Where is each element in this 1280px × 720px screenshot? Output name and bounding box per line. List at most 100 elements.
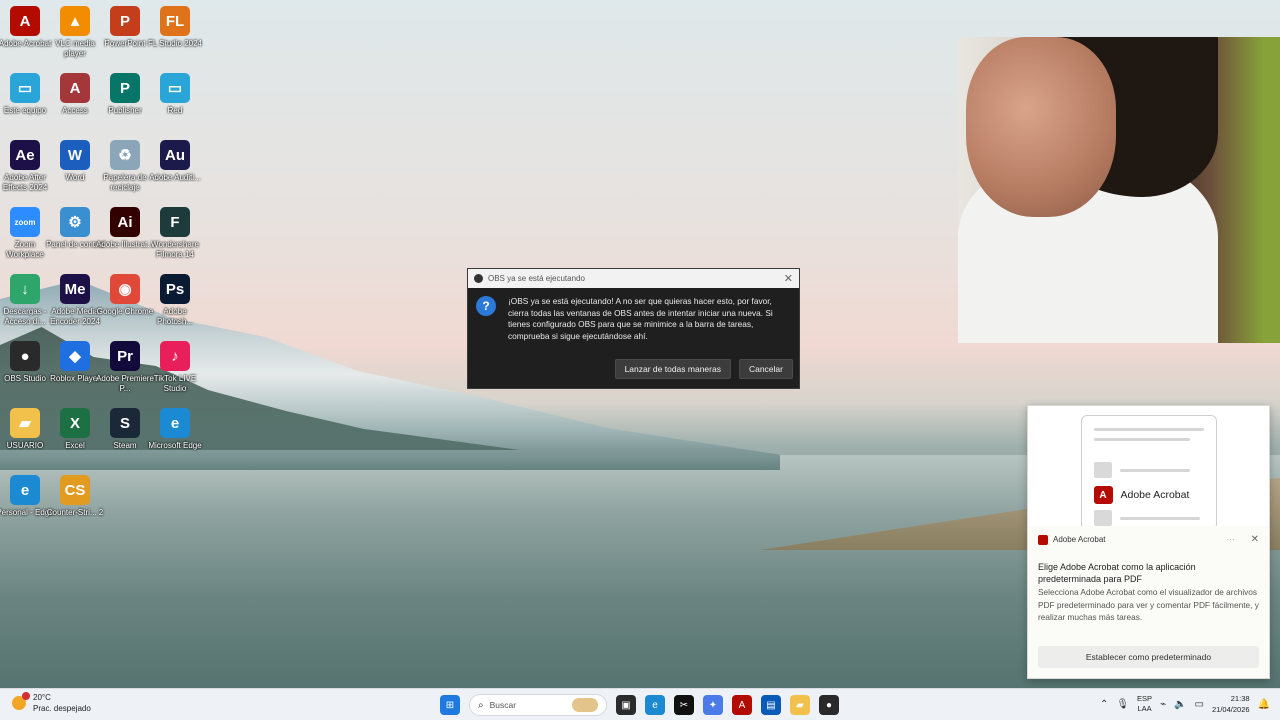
desktop-icon-label: Microsoft Edge (148, 441, 202, 450)
close-icon[interactable]: ✕ (1251, 534, 1259, 545)
notification-bell-icon[interactable]: 🔔 (1258, 699, 1270, 710)
desktop-icon[interactable]: Ps Adobe Photosh... (150, 274, 200, 327)
desktop-icon[interactable]: zoom Zoom Workplace (0, 207, 50, 260)
dialog-titlebar: OBS ya se está ejecutando ✕ (468, 269, 799, 288)
webcam-overlay (958, 37, 1280, 343)
weather-icon (12, 692, 30, 710)
acrobat-taskbar-icon[interactable]: A (732, 695, 752, 715)
notification-hero: A Adobe Acrobat (1028, 406, 1269, 526)
app-icon: Ai (110, 207, 140, 237)
cancel-button[interactable]: Cancelar (738, 359, 793, 379)
desktop-icon[interactable]: Ae Adobe After Effects 2024 (0, 140, 50, 193)
app-icon: ♪ (160, 341, 190, 371)
desktop-icon[interactable]: P Publisher (100, 73, 150, 116)
desktop-icon[interactable]: S Steam (100, 408, 150, 451)
desktop-icon-label: Red (167, 106, 183, 115)
capcut-icon[interactable]: ✂ (674, 695, 694, 715)
task-view-icon[interactable]: ▣ (616, 695, 636, 715)
desktop-icon[interactable]: ● OBS Studio (0, 341, 50, 384)
clock[interactable]: 21:38 21/04/2026 (1212, 693, 1250, 715)
app-icon: F (160, 207, 190, 237)
app-icon: X (60, 408, 90, 438)
notification-title: Elige Adobe Acrobat como la aplicación p… (1038, 562, 1196, 584)
weather-widget[interactable]: 20°C Prac. despejado (12, 692, 91, 714)
taskbar-apps: ⊞ ⌕ Buscar ▣ e ✂ ✦ A ▤ ▰ ● (440, 694, 839, 716)
clock-date: 21/04/2026 (1212, 705, 1250, 714)
app-icon: Ae (10, 140, 40, 170)
start-icon[interactable]: ⊞ (440, 695, 460, 715)
launch-anyway-button[interactable]: Lanzar de todas maneras (614, 359, 731, 379)
app-icon: S (110, 408, 140, 438)
desktop-icon[interactable]: e Microsoft Edge (148, 408, 202, 451)
app-icon: zoom (10, 207, 40, 237)
app-icon: CS (60, 475, 90, 505)
acrobat-icon (1038, 534, 1048, 545)
desktop-icon[interactable]: Pr Adobe Premiere P... (96, 341, 154, 394)
notification-description: Selecciona Adobe Acrobat como el visuali… (1038, 587, 1259, 622)
app-icon: ● (10, 341, 40, 371)
desktop-icon[interactable]: Ai Adobe Illustrat... (96, 207, 154, 250)
weather-condition: Prac. despejado (33, 704, 91, 713)
app-icon: ↓ (10, 274, 40, 304)
desktop-icon[interactable]: CS Counter-Stri... 2 (47, 475, 103, 518)
close-icon[interactable]: ✕ (784, 272, 793, 285)
desktop-icon[interactable]: ▭ Este equipo (0, 73, 50, 116)
search-placeholder: Buscar (489, 700, 517, 710)
system-tray: ⌃ 🎙 ESP LAA ⌁ 🔈 ▭ 21:38 21/04/2026 🔔 (1100, 693, 1270, 715)
desktop-icon[interactable]: ◆ Roblox Player (50, 341, 100, 384)
desktop-icon[interactable]: F Wondershare Filmora 14 (150, 207, 200, 260)
acrobat-notification: A Adobe Acrobat Adobe Acrobat ··· ✕ Elig… (1027, 405, 1270, 679)
desktop-icon-label: Adobe Photosh... (156, 307, 194, 326)
app-icon: ▭ (160, 73, 190, 103)
webcam-face (966, 37, 1116, 217)
desktop-icon[interactable]: Au Adobe Auditi... (149, 140, 201, 183)
battery-icon[interactable]: ▭ (1195, 699, 1204, 710)
desktop-icon[interactable]: ▲ VLC media player (50, 6, 100, 59)
set-default-button[interactable]: Establecer como predeterminado (1038, 646, 1259, 668)
desktop-icon[interactable]: ↓ Descargas - Acceso di... (0, 274, 50, 327)
chevron-up-icon[interactable]: ⌃ (1100, 699, 1108, 710)
document-illustration: A Adobe Acrobat (1080, 415, 1217, 526)
notification-app-name: Adobe Acrobat (1053, 535, 1106, 544)
desktop-icon[interactable]: ♪ TikTok LIVE Studio (150, 341, 200, 394)
desktop-icon[interactable]: ♻ Papelera de reciclaje (100, 140, 150, 193)
more-options-icon[interactable]: ··· (1227, 535, 1235, 544)
desktop-icon[interactable]: A Adobe Acrobat (0, 6, 51, 49)
desktop-icon[interactable]: e Personal - Edge (0, 475, 54, 518)
copilot-icon[interactable]: ✦ (703, 695, 723, 715)
app-icon: ♻ (110, 140, 140, 170)
desktop-icon[interactable]: W Word (50, 140, 100, 183)
desktop-icon-label: FL Studio 2024 (148, 39, 202, 48)
app-icon: P (110, 6, 140, 36)
store-icon[interactable]: ▤ (761, 695, 781, 715)
app-icon: Ps (160, 274, 190, 304)
desktop-icon[interactable]: ◉ Google Chrome (97, 274, 153, 317)
acrobat-icon: A (1093, 486, 1113, 504)
desktop-icon[interactable]: ⚙ Panel de control (46, 207, 104, 250)
dialog-message: ¡OBS ya se está ejecutando! A no ser que… (508, 296, 773, 341)
question-icon: ? (476, 296, 496, 316)
dialog-title: OBS ya se está ejecutando (488, 274, 585, 283)
desktop-icon[interactable]: FL FL Studio 2024 (148, 6, 202, 49)
desktop-icon-label: Wondershare Filmora 14 (151, 240, 199, 259)
app-icon: ▭ (10, 73, 40, 103)
app-icon: Au (160, 140, 190, 170)
clock-time: 21:38 (1230, 694, 1250, 703)
desktop-icon[interactable]: ▭ Red (150, 73, 200, 116)
obs-taskbar-icon[interactable]: ● (819, 695, 839, 715)
search-box[interactable]: ⌕ Buscar (469, 694, 607, 716)
file-explorer-icon[interactable]: ▰ (790, 695, 810, 715)
language-code: ESP (1137, 694, 1153, 703)
app-icon: e (160, 408, 190, 438)
desktop-icon[interactable]: P PowerPoint (100, 6, 150, 49)
volume-icon[interactable]: 🔈 (1174, 699, 1186, 710)
desktop-icon[interactable]: Me Adobe Media Encoder 2024 (50, 274, 100, 327)
edge-icon[interactable]: e (645, 695, 665, 715)
language-indicator[interactable]: ESP LAA (1137, 694, 1152, 714)
network-icon[interactable]: ⌁ (1160, 699, 1166, 710)
desktop-icon[interactable]: ▰ USUARIO (0, 408, 50, 451)
desktop-icon[interactable]: A Access (50, 73, 100, 116)
app-icon: e (10, 475, 40, 505)
desktop-icon[interactable]: X Excel (50, 408, 100, 451)
microphone-icon[interactable]: 🎙 (1116, 699, 1129, 710)
